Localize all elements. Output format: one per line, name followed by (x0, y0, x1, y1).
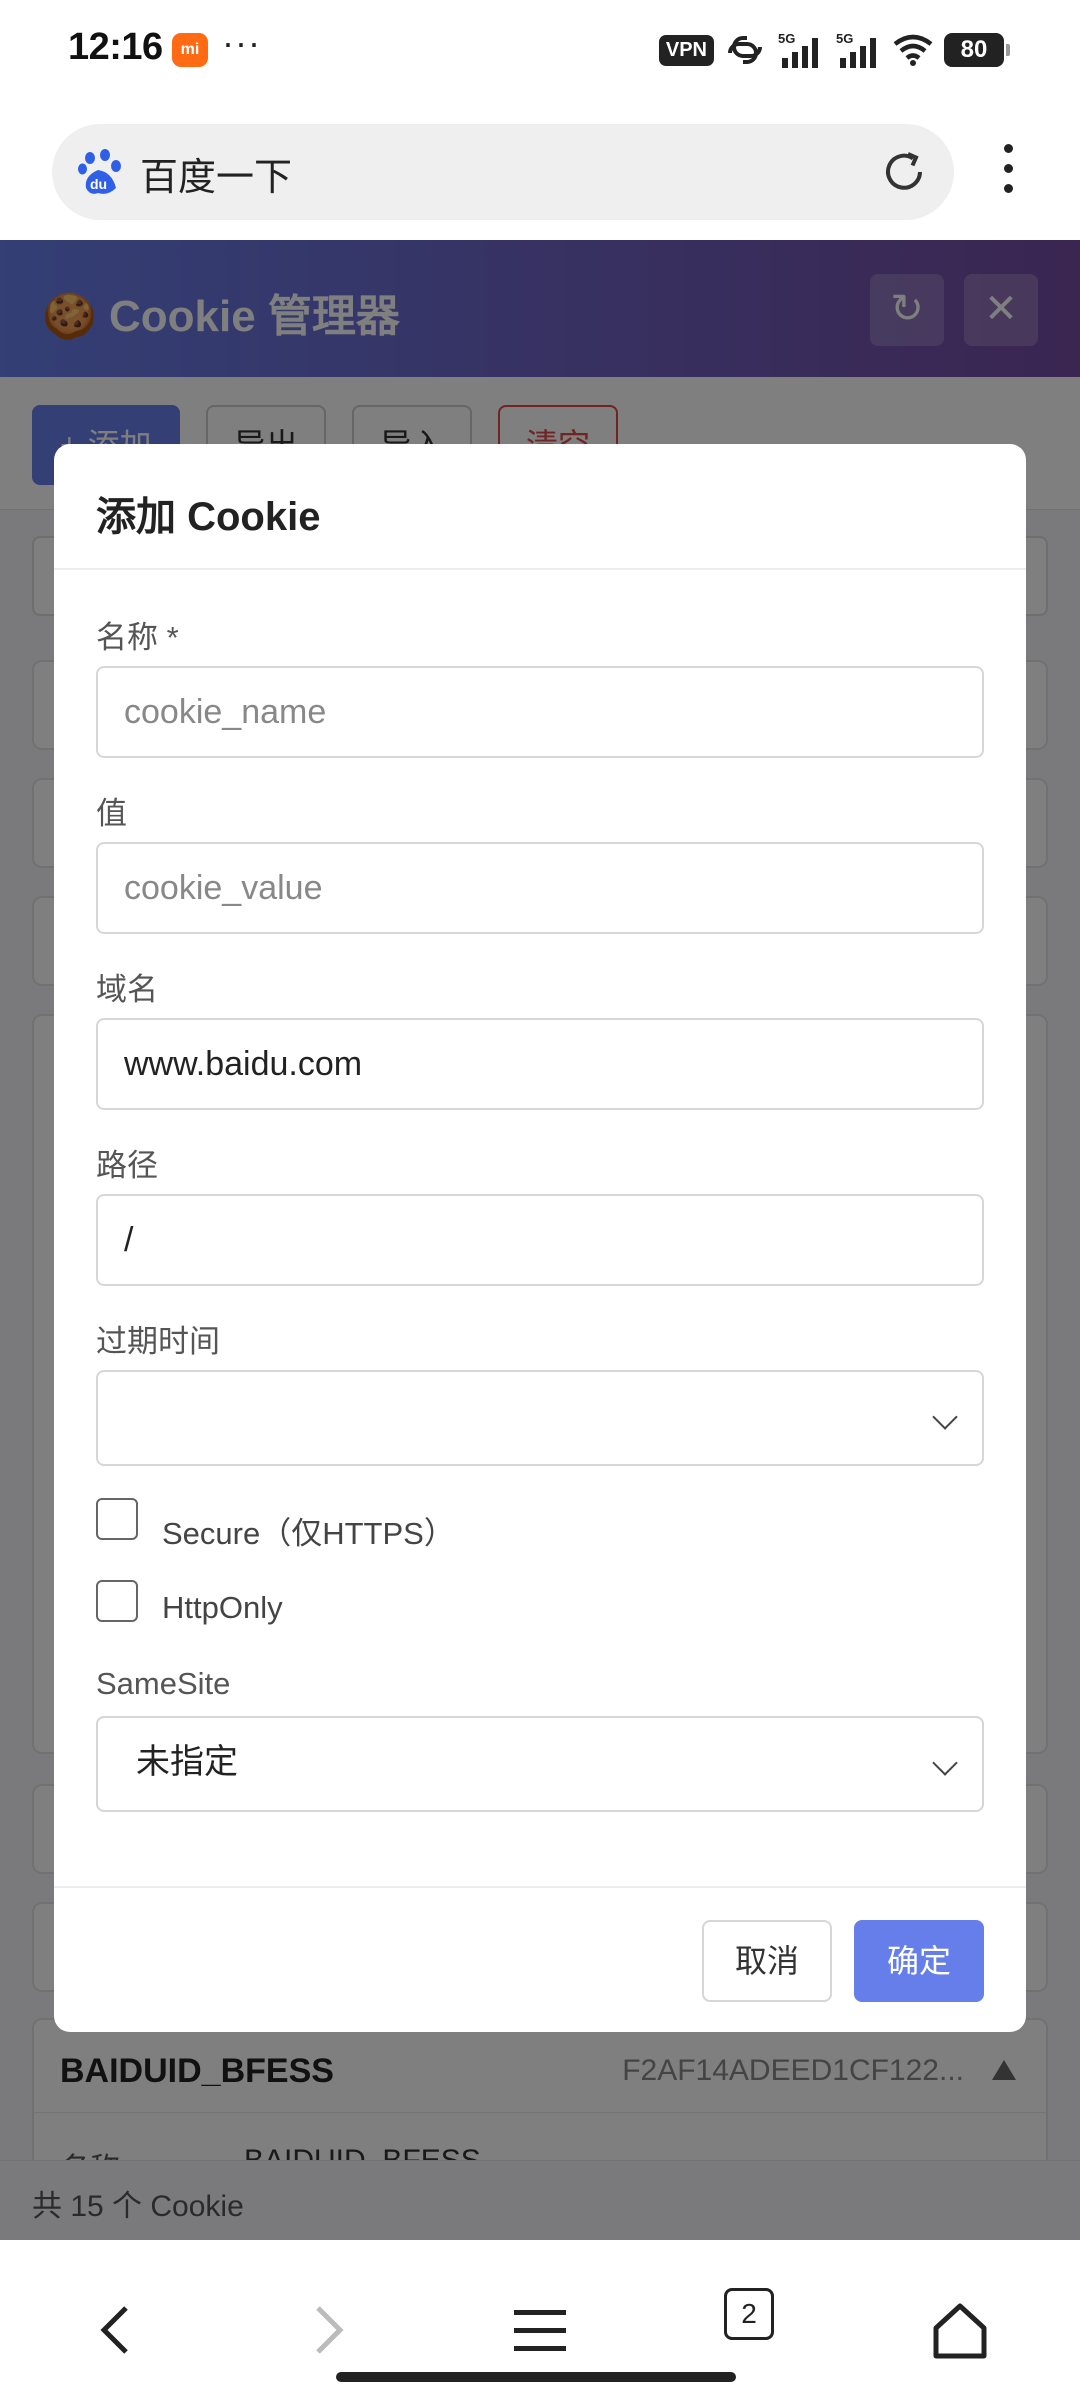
signal-5g-icon-2: 5G (836, 31, 876, 68)
status-time: 12:16 (68, 26, 163, 68)
add-cookie-dialog: 添加 Cookie 名称 * cookie_name 值 cookie_valu… (54, 444, 1026, 2032)
svg-text:du: du (90, 176, 107, 192)
cookie-name-input[interactable]: cookie_name (96, 666, 984, 758)
status-bar: 12:16 mi ··· VPN 5G 5G 80 (0, 0, 1080, 100)
dialog-header: 添加 Cookie (54, 444, 1026, 570)
path-input[interactable]: / (96, 1194, 984, 1286)
signal-5g-icon: 5G (778, 31, 818, 68)
expiry-label: 过期时间 (96, 1324, 220, 1359)
battery-icon: 80 (944, 33, 1010, 67)
reload-icon[interactable] (880, 148, 928, 196)
more-menu-icon[interactable] (998, 144, 1018, 200)
dialog-title: 添加 Cookie (96, 495, 321, 539)
address-bar[interactable]: du 百度一下 (52, 124, 954, 220)
home-icon[interactable] (930, 2300, 990, 2360)
tabs-button[interactable]: 2 (724, 2288, 774, 2340)
chevron-down-icon (932, 1750, 958, 1776)
cancel-button[interactable]: 取消 (702, 1920, 832, 2002)
browser-toolbar: du 百度一下 (0, 100, 1080, 240)
link-icon (728, 36, 762, 64)
svg-text:5G: 5G (836, 31, 853, 46)
expiry-select[interactable] (96, 1370, 984, 1466)
httponly-checkbox[interactable] (96, 1580, 138, 1622)
baidu-logo-icon: du (78, 149, 121, 194)
samesite-select-value: 未指定 (136, 1743, 238, 1781)
svg-text:5G: 5G (778, 31, 795, 46)
name-label: 名称 * (96, 620, 179, 655)
secure-label[interactable]: Secure（仅HTTPS） (162, 1508, 455, 1553)
vpn-icon: VPN (658, 34, 714, 66)
wifi-icon (893, 34, 933, 66)
back-icon[interactable] (88, 2300, 148, 2360)
confirm-button[interactable]: 确定 (854, 1920, 984, 2002)
forward-icon[interactable] (296, 2300, 356, 2360)
value-label: 值 (96, 796, 127, 831)
dialog-footer: 取消 确定 (54, 1886, 1026, 2032)
menu-icon[interactable] (510, 2300, 570, 2360)
chevron-down-icon (932, 1404, 958, 1430)
mi-app-icon: mi (172, 33, 208, 67)
cookie-value-input[interactable]: cookie_value (96, 842, 984, 934)
secure-checkbox[interactable] (96, 1498, 138, 1540)
more-notifications-icon: ··· (222, 22, 261, 63)
path-label: 路径 (96, 1148, 158, 1183)
gesture-home-bar[interactable] (336, 2372, 736, 2382)
samesite-select[interactable]: 未指定 (96, 1716, 984, 1812)
status-indicators: VPN 5G 5G 80 (658, 30, 1010, 70)
url-text: 百度一下 (140, 157, 293, 199)
samesite-label: SameSite (96, 1666, 231, 1701)
httponly-label[interactable]: HttpOnly (162, 1590, 283, 1626)
domain-label: 域名 (96, 972, 158, 1007)
domain-input[interactable]: www.baidu.com (96, 1018, 984, 1110)
